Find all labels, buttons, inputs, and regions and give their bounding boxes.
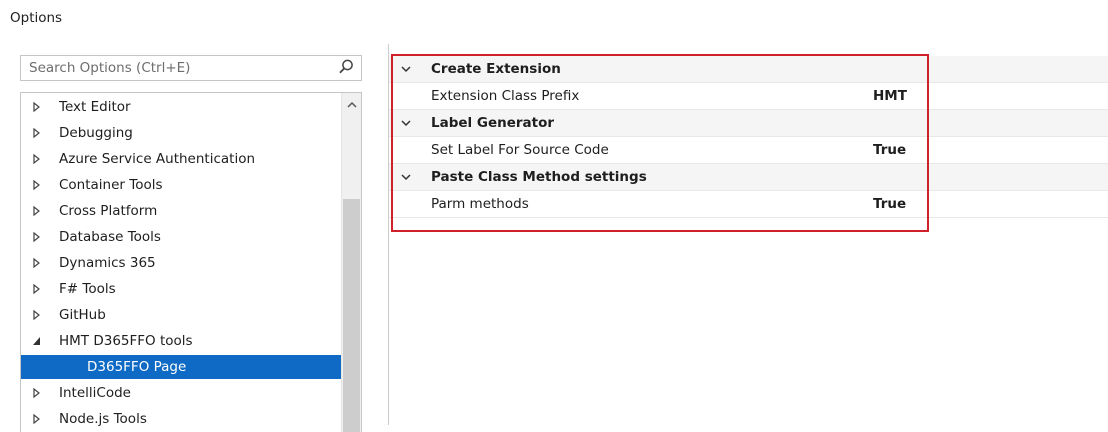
tree-item-label: Container Tools xyxy=(59,177,163,193)
tree-item-cross-platform[interactable]: Cross Platform xyxy=(21,199,343,223)
property-row-set-label-for-source-code[interactable]: Set Label For Source Code True xyxy=(389,137,1108,164)
property-value[interactable]: True xyxy=(873,137,906,164)
collapsed-arrow-icon[interactable] xyxy=(31,251,43,275)
category-label: Paste Class Method settings xyxy=(431,169,647,185)
chevron-down-icon[interactable] xyxy=(399,56,413,83)
dialog-title: Options xyxy=(10,10,63,26)
chevron-up-icon[interactable] xyxy=(346,99,358,111)
tree-item-label: D365FFO Page xyxy=(87,359,187,375)
expanded-arrow-icon[interactable] xyxy=(31,329,43,353)
tree-item-intellicode[interactable]: IntelliCode xyxy=(21,381,343,405)
collapsed-arrow-icon[interactable] xyxy=(31,225,43,249)
category-label-generator[interactable]: Label Generator xyxy=(389,110,1108,137)
tree-item-label: Azure Service Authentication xyxy=(59,151,256,167)
tree-item-container-tools[interactable]: Container Tools xyxy=(21,173,343,197)
collapsed-arrow-icon[interactable] xyxy=(31,95,43,119)
tree-item-label: IntelliCode xyxy=(59,385,131,401)
tree-item-github[interactable]: GitHub xyxy=(21,303,343,327)
tree-item-debugging[interactable]: Debugging xyxy=(21,121,343,145)
tree-scrollbar[interactable] xyxy=(341,93,361,432)
property-row-parm-methods[interactable]: Parm methods True xyxy=(389,191,1108,218)
tree-item-database-tools[interactable]: Database Tools xyxy=(21,225,343,249)
property-value[interactable]: HMT xyxy=(873,83,907,110)
collapsed-arrow-icon[interactable] xyxy=(31,407,43,431)
property-row-extension-class-prefix[interactable]: Extension Class Prefix HMT xyxy=(389,83,1108,110)
collapsed-arrow-icon[interactable] xyxy=(31,147,43,171)
tree-item-label: Debugging xyxy=(59,125,133,141)
scrollbar-thumb[interactable] xyxy=(343,199,360,432)
tree-item-fsharp-tools[interactable]: F# Tools xyxy=(21,277,343,301)
tree-item-hmt-d365ffo-tools[interactable]: HMT D365FFO tools xyxy=(21,329,343,353)
property-name: Parm methods xyxy=(431,196,529,212)
collapsed-arrow-icon[interactable] xyxy=(31,173,43,197)
tree-item-d365ffo-page[interactable]: D365FFO Page xyxy=(21,355,343,379)
search-placeholder: Search Options (Ctrl+E) xyxy=(29,60,191,76)
property-value[interactable]: True xyxy=(873,191,906,218)
options-tree[interactable]: Text Editor Debugging Azure Service Auth… xyxy=(20,92,362,432)
category-paste-class-method-settings[interactable]: Paste Class Method settings xyxy=(389,164,1108,191)
collapsed-arrow-icon[interactable] xyxy=(31,303,43,327)
tree-item-label: GitHub xyxy=(59,307,106,323)
property-name: Set Label For Source Code xyxy=(431,142,609,158)
search-options-input[interactable]: Search Options (Ctrl+E) xyxy=(20,55,362,81)
category-create-extension[interactable]: Create Extension xyxy=(389,56,1108,83)
tree-item-nodejs-tools[interactable]: Node.js Tools xyxy=(21,407,343,431)
tree-item-label: Cross Platform xyxy=(59,203,158,219)
tree-item-label: Text Editor xyxy=(59,99,131,115)
category-label: Create Extension xyxy=(431,61,561,77)
property-name: Extension Class Prefix xyxy=(431,88,580,104)
tree-item-label: Database Tools xyxy=(59,229,161,245)
tree-item-text-editor[interactable]: Text Editor xyxy=(21,95,343,119)
chevron-down-icon[interactable] xyxy=(399,164,413,191)
tree-item-label: Node.js Tools xyxy=(59,411,147,427)
collapsed-arrow-icon[interactable] xyxy=(31,277,43,301)
tree-item-azure-service-authentication[interactable]: Azure Service Authentication xyxy=(21,147,343,171)
collapsed-arrow-icon[interactable] xyxy=(31,381,43,405)
tree-item-label: F# Tools xyxy=(59,281,116,297)
chevron-down-icon[interactable] xyxy=(399,110,413,137)
property-grid[interactable]: Create Extension Extension Class Prefix … xyxy=(389,56,1108,218)
tree-item-label: Dynamics 365 xyxy=(59,255,156,271)
collapsed-arrow-icon[interactable] xyxy=(31,121,43,145)
search-icon[interactable] xyxy=(337,58,355,76)
tree-item-label: HMT D365FFO tools xyxy=(59,333,193,349)
tree-item-dynamics-365[interactable]: Dynamics 365 xyxy=(21,251,343,275)
collapsed-arrow-icon[interactable] xyxy=(31,199,43,223)
category-label: Label Generator xyxy=(431,115,555,131)
